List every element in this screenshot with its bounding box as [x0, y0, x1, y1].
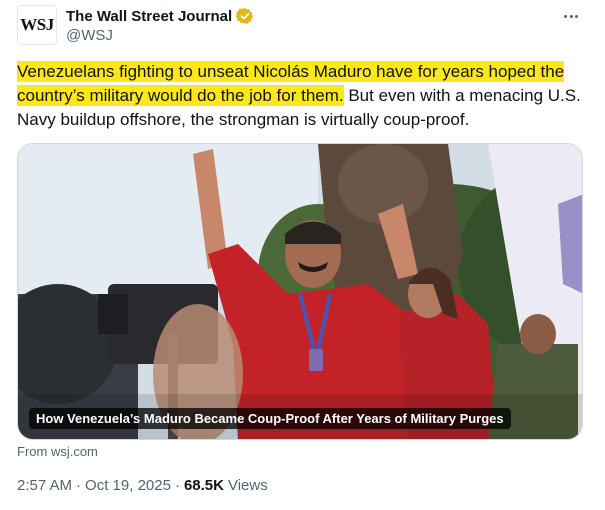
- tweet-text: Venezuelans fighting to unseat Nicolás M…: [17, 60, 587, 132]
- tweet-card: WSJ The Wall Street Journal @WSJ Venezue…: [0, 0, 605, 510]
- post-time[interactable]: 2:57 AM: [17, 477, 72, 494]
- account-name-row: The Wall Street Journal: [66, 6, 254, 26]
- avatar[interactable]: WSJ: [17, 5, 57, 45]
- meta-separator: ·: [174, 477, 180, 494]
- verified-badge-icon: [236, 7, 254, 25]
- views-count: 68.5K: [183, 477, 224, 494]
- avatar-logo-text: WSJ: [20, 15, 54, 34]
- display-name[interactable]: The Wall Street Journal: [66, 8, 232, 25]
- meta-separator: ·: [76, 477, 82, 494]
- news-photo: [18, 144, 582, 439]
- post-date[interactable]: Oct 19, 2025: [85, 477, 171, 494]
- account-handle[interactable]: @WSJ: [66, 27, 113, 44]
- link-card-title: How Venezuela’s Maduro Became Coup-Proof…: [29, 408, 511, 429]
- link-source[interactable]: From wsj.com: [17, 444, 98, 459]
- more-options-icon[interactable]: [561, 6, 581, 26]
- link-card-image[interactable]: How Venezuela’s Maduro Became Coup-Proof…: [17, 143, 583, 440]
- tweet-meta: 2:57 AM · Oct 19, 2025 · 68.5K Views: [17, 477, 268, 494]
- views-label: Views: [227, 477, 268, 494]
